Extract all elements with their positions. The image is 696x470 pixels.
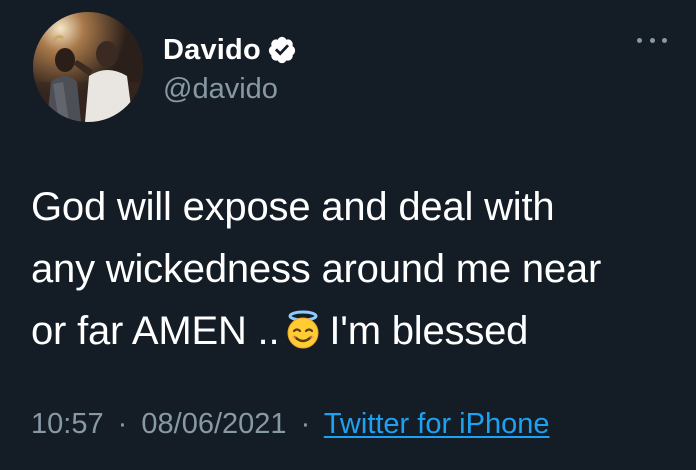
tweet-meta: 10:57 · 08/06/2021 · Twitter for iPhone xyxy=(31,408,549,441)
tweet-card: Davido @davido God will expose and deal … xyxy=(0,0,696,470)
smiling-face-with-halo-icon xyxy=(283,306,323,349)
meta-separator: · xyxy=(300,408,311,440)
display-name[interactable]: Davido xyxy=(163,34,261,67)
name-row: Davido xyxy=(163,32,297,68)
tweet-line-2: any wickedness around me near xyxy=(31,247,602,291)
tweet-line-3: or far AMEN .. I'm blessed xyxy=(31,300,671,362)
tweet-source-link[interactable]: Twitter for iPhone xyxy=(324,408,550,440)
more-dot xyxy=(649,37,655,43)
tweet-date[interactable]: 08/06/2021 xyxy=(141,408,286,440)
meta-separator: · xyxy=(117,408,128,440)
verified-badge-icon xyxy=(267,35,297,65)
tweet-text: God will expose and deal with any wicked… xyxy=(31,176,671,362)
user-handle[interactable]: @davido xyxy=(163,73,278,106)
tweet-time[interactable]: 10:57 xyxy=(31,408,104,440)
profile-photo-icon xyxy=(33,12,143,122)
tweet-line-3-end: I'm blessed xyxy=(329,309,529,353)
tweet-line-1: God will expose and deal with xyxy=(31,185,555,229)
tweet-line-3-start: or far AMEN .. xyxy=(31,309,280,353)
avatar[interactable] xyxy=(33,12,143,122)
more-dot xyxy=(662,37,667,43)
more-dot xyxy=(637,37,642,43)
more-options-icon[interactable] xyxy=(637,30,667,50)
